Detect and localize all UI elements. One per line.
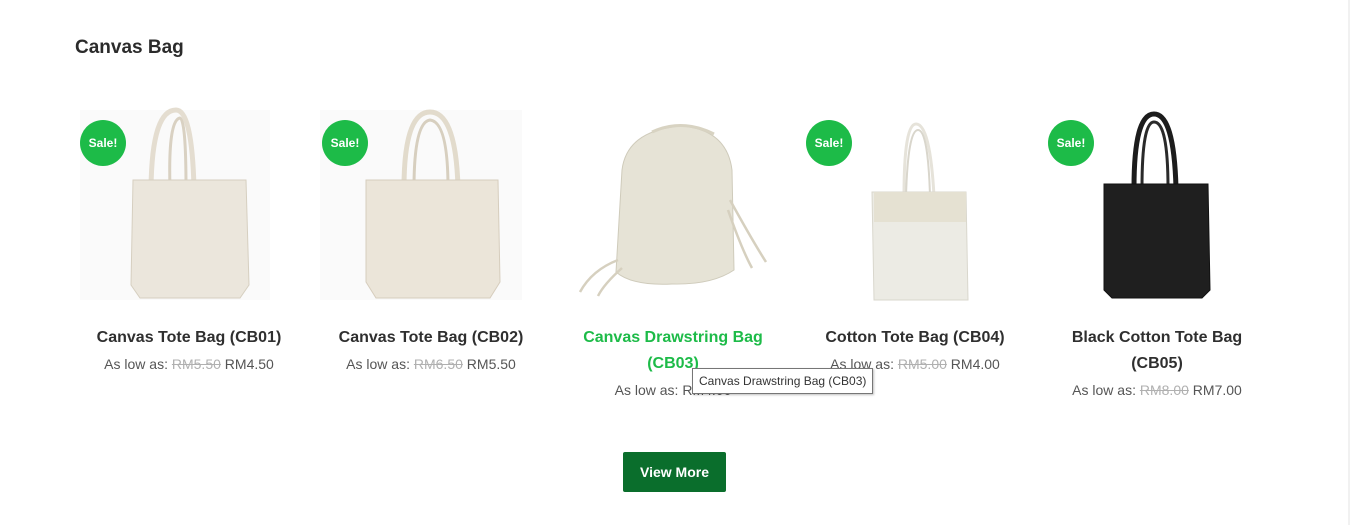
sale-badge: Sale! (322, 120, 368, 166)
old-price: RM8.00 (1139, 382, 1189, 398)
sale-price: RM4.50 (224, 356, 274, 372)
product-image[interactable]: Sale! (68, 100, 310, 310)
sale-price: RM5.50 (466, 356, 516, 372)
product-name-link[interactable]: Cotton Tote Bag (CB04) (815, 325, 1015, 351)
sale-price: RM4.00 (950, 356, 1000, 372)
old-price: RM6.50 (413, 356, 463, 372)
product-price: As low as: RM5.50 RM4.50 (68, 357, 310, 371)
drawstring-bag-image (578, 123, 768, 297)
sale-badge: Sale! (80, 120, 126, 166)
sale-badge: Sale! (806, 120, 852, 166)
product-name-link[interactable]: Black Cotton Tote Bag (CB05) (1057, 325, 1257, 377)
product-card[interactable]: Sale! Canvas Tote Bag (CB01) As low as: … (68, 100, 310, 371)
view-more-button[interactable]: View More (623, 452, 726, 492)
sale-badge: Sale! (1048, 120, 1094, 166)
product-image[interactable]: Sale! (794, 100, 1036, 310)
old-price: RM5.00 (897, 356, 947, 372)
product-name-link[interactable]: Canvas Tote Bag (CB01) (89, 325, 289, 351)
tooltip: Canvas Drawstring Bag (CB03) (692, 368, 874, 394)
sale-price: RM7.00 (1192, 382, 1242, 398)
product-card[interactable]: Sale! Cotton Tote Bag (CB04) As low as: … (794, 100, 1036, 371)
price-prefix: As low as: (346, 356, 414, 372)
price-prefix: As low as: (614, 382, 683, 398)
product-price: As low as: RM8.00 RM7.00 (1036, 383, 1278, 397)
price-prefix: As low as: (1072, 382, 1140, 398)
product-image[interactable]: Sale! (1036, 100, 1278, 310)
price-prefix: As low as: (104, 356, 172, 372)
product-image[interactable]: Sale! (310, 100, 552, 310)
product-image[interactable] (552, 100, 794, 310)
product-card[interactable]: Canvas Drawstring Bag (CB03) As low as: … (552, 100, 794, 397)
product-price: As low as: RM6.50 RM5.50 (310, 357, 552, 371)
product-card[interactable]: Sale! Canvas Tote Bag (CB02) As low as: … (310, 100, 552, 371)
old-price: RM5.50 (171, 356, 221, 372)
product-card[interactable]: Sale! Black Cotton Tote Bag (CB05) As lo… (1036, 100, 1278, 397)
section-title: Canvas Bag (75, 37, 184, 58)
product-name-link[interactable]: Canvas Tote Bag (CB02) (331, 325, 531, 351)
